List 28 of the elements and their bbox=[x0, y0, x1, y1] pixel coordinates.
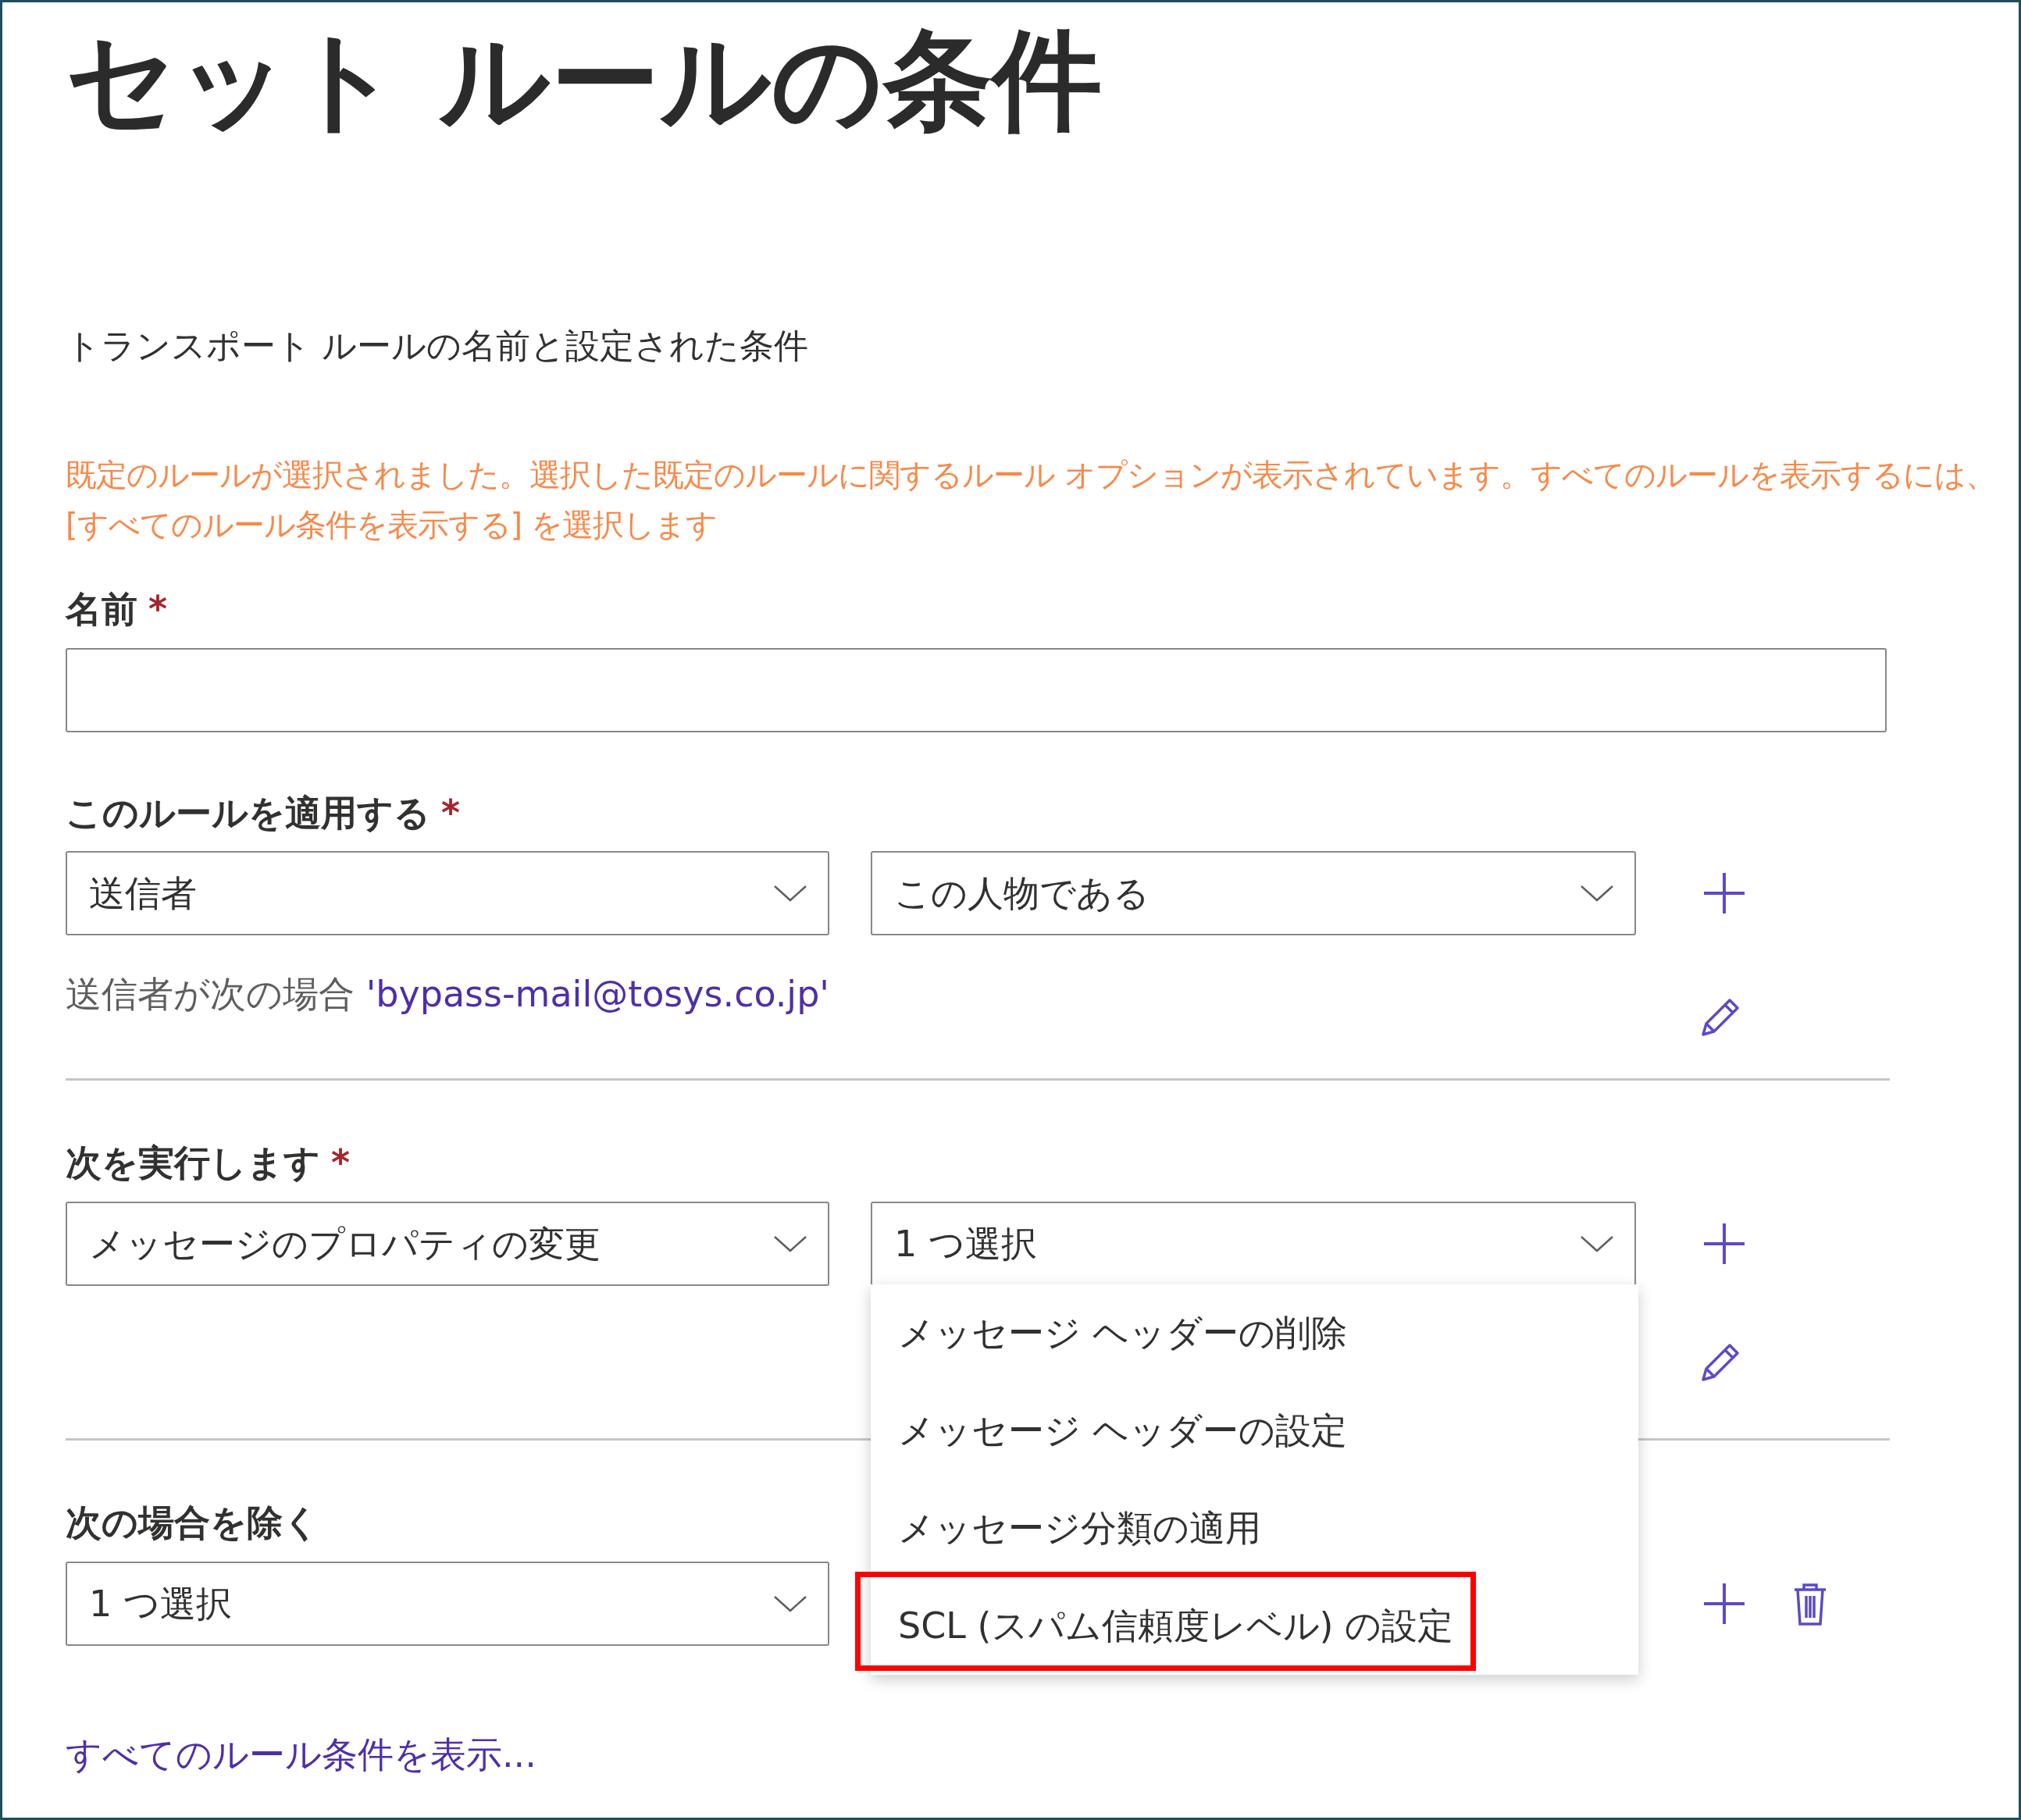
condition-text: 送信者が次の場合 'bypass-mail@tosys.co.jp' bbox=[66, 972, 830, 1017]
dropdown[interactable]: この人物である bbox=[871, 851, 1636, 935]
dropdown[interactable]: メッセージのプロパティの変更 bbox=[66, 1202, 829, 1286]
subtitle: トランスポート ルールの名前と設定された条件 bbox=[66, 325, 809, 367]
field-label: 名前 * bbox=[66, 587, 168, 632]
menu-item[interactable]: メッセージ ヘッダーの削除 bbox=[871, 1284, 1638, 1382]
name-input[interactable] bbox=[66, 648, 1887, 732]
chevron-down-icon bbox=[773, 1594, 807, 1613]
menu-item[interactable]: メッセージ ヘッダーの設定 bbox=[871, 1382, 1638, 1480]
sender-link[interactable]: 'bypass-mail@tosys.co.jp' bbox=[365, 973, 829, 1015]
field-label: 次の場合を除く bbox=[66, 1501, 319, 1545]
page-title: セット ルールの条件 bbox=[66, 16, 1103, 145]
required-mark: * bbox=[441, 792, 461, 834]
chevron-down-icon bbox=[1580, 1234, 1614, 1253]
dropdown[interactable]: 1 つ選択 bbox=[66, 1562, 829, 1646]
dropdown[interactable]: 送信者 bbox=[66, 851, 829, 935]
notice-text: 既定のルールが選択されました。選択した既定のルールに関するルール オプションが表示されています。すべてのルールを表示するには、[すべてのルール条件を表示する] を選択します bbox=[66, 456, 1997, 544]
show-all-link[interactable]: すべてのルール条件を表示... bbox=[66, 1731, 536, 1778]
chevron-down-icon bbox=[773, 884, 807, 903]
required-mark: * bbox=[148, 588, 168, 630]
menu-item[interactable]: SCL (スパム信頼度レベル) の設定 bbox=[871, 1577, 1638, 1675]
field-label: 次を実行します * bbox=[66, 1141, 351, 1185]
field-label: このルールを適用する * bbox=[66, 791, 461, 835]
chevron-down-icon bbox=[1580, 884, 1614, 903]
menu-item[interactable]: メッセージ分類の適用 bbox=[871, 1480, 1638, 1577]
chevron-down-icon bbox=[773, 1234, 807, 1253]
required-mark: * bbox=[331, 1142, 351, 1184]
dropdown[interactable]: 1 つ選択 bbox=[871, 1202, 1636, 1286]
